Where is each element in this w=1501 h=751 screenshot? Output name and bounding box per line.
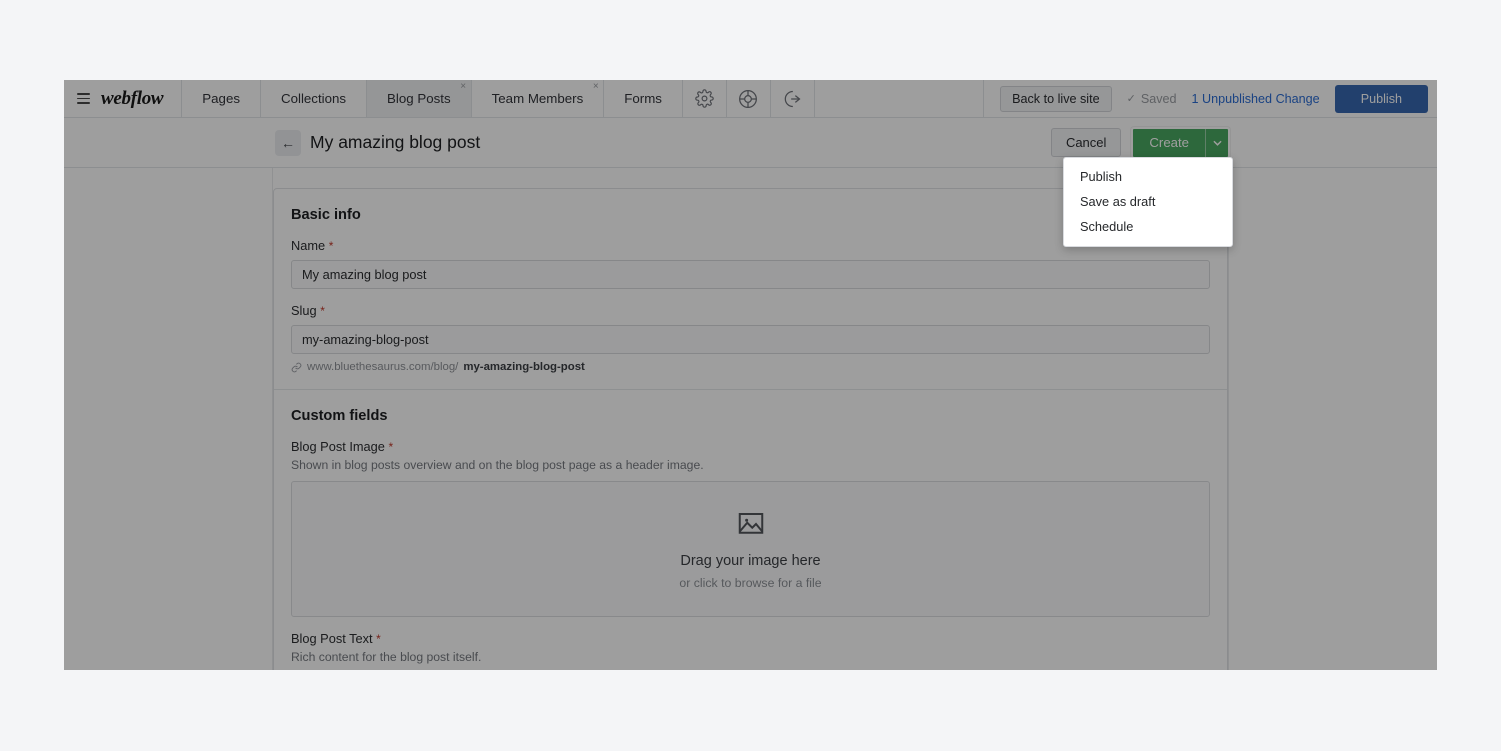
slug-url-prefix: www.bluethesaurus.com/blog/ (307, 361, 459, 373)
top-navigation-bar: webflow Pages Collections Blog Posts × T… (64, 80, 1437, 118)
tab-pages[interactable]: Pages (182, 80, 261, 117)
left-rail (64, 168, 273, 670)
tab-team-members[interactable]: Team Members × (471, 80, 605, 117)
help-button[interactable] (727, 80, 771, 117)
publish-button[interactable]: Publish (1334, 84, 1428, 113)
create-button[interactable]: Create (1133, 129, 1205, 157)
lifebuoy-icon (739, 89, 758, 108)
required-marker: * (388, 440, 394, 454)
dropzone-title: Drag your image here (680, 552, 821, 569)
page-title: My amazing blog post (310, 132, 481, 152)
blog-post-text-label-text: Blog Post Text (291, 631, 373, 646)
item-editor-card: Basic info Name * My amazing blog post S… (273, 188, 1228, 670)
tab-label: Pages (202, 91, 240, 106)
slug-label-text: Slug (291, 303, 317, 318)
brand-area: webflow (64, 80, 183, 117)
name-input-value: My amazing blog post (302, 267, 427, 282)
blog-post-text-help: Rich content for the blog post itself. (291, 650, 482, 664)
required-marker: * (320, 304, 325, 318)
tab-label: Team Members (491, 91, 584, 106)
tab-label: Collections (281, 91, 347, 106)
chevron-down-icon[interactable] (1205, 128, 1228, 157)
name-input[interactable]: My amazing blog post (291, 260, 1210, 289)
saved-label: Saved (1140, 91, 1177, 106)
gear-icon (695, 89, 714, 108)
logout-icon (785, 90, 801, 107)
blog-post-image-help: Shown in blog posts overview and on the … (291, 458, 704, 472)
blog-post-text-label: Blog Post Text * (291, 631, 1210, 646)
close-icon[interactable]: × (458, 81, 469, 92)
editor-toolbar-actions: Cancel Create (1050, 126, 1230, 159)
slug-input[interactable]: my-amazing-blog-post (291, 325, 1210, 354)
right-rail (1228, 168, 1437, 670)
settings-button[interactable] (683, 80, 727, 117)
required-marker: * (376, 632, 381, 646)
topbar-spacer (815, 80, 985, 117)
saved-status: ✓ Saved (1127, 92, 1177, 106)
tab-label: Blog Posts (387, 91, 451, 106)
create-split-button: Create (1131, 126, 1230, 159)
cancel-button[interactable]: Cancel (1050, 128, 1122, 157)
webflow-logo: webflow (101, 87, 164, 109)
dropzone-subtitle: or click to browse for a file (679, 575, 822, 590)
menu-item-schedule[interactable]: Schedule (1064, 214, 1232, 239)
tab-forms[interactable]: Forms (604, 80, 683, 117)
tab-blog-posts[interactable]: Blog Posts × (367, 80, 472, 117)
name-label-text: Name (291, 238, 326, 253)
menu-item-save-as-draft[interactable]: Save as draft (1064, 189, 1232, 214)
check-icon: ✓ (1126, 93, 1136, 105)
custom-fields-title: Custom fields (291, 408, 388, 424)
slug-input-value: my-amazing-blog-post (302, 332, 429, 347)
blog-post-image-label: Blog Post Image * (291, 439, 1210, 454)
custom-fields-section: Custom fields Blog Post Image * Shown in… (274, 390, 1227, 670)
blog-post-image-label-text: Blog Post Image (291, 439, 385, 454)
link-icon (291, 362, 302, 372)
required-marker: * (328, 239, 334, 253)
slug-url-slug: my-amazing-blog-post (463, 361, 585, 373)
image-dropzone[interactable]: Drag your image here or click to browse … (291, 481, 1210, 617)
back-to-live-site-button[interactable]: Back to live site (1000, 85, 1112, 112)
tab-collections[interactable]: Collections (261, 80, 368, 117)
logout-button[interactable] (771, 80, 815, 117)
close-icon[interactable]: × (590, 81, 601, 92)
menu-item-publish[interactable]: Publish (1064, 164, 1232, 189)
slug-field-label: Slug * (291, 303, 1210, 318)
image-placeholder-icon (738, 512, 763, 534)
hamburger-icon[interactable] (77, 93, 90, 104)
topbar-actions: Back to live site ✓ Saved 1 Unpublished … (984, 80, 1437, 117)
chevron-down-glyph (1212, 140, 1222, 146)
tab-label: Forms (624, 91, 662, 106)
back-button[interactable]: ← (275, 129, 301, 156)
slug-url-preview: www.bluethesaurus.com/blog/ my-amazing-b… (291, 361, 1210, 373)
unpublished-changes-link[interactable]: 1 Unpublished Change (1192, 92, 1320, 106)
create-dropdown-menu: Publish Save as draft Schedule (1063, 157, 1233, 247)
screenshot-root: webflow Pages Collections Blog Posts × T… (0, 0, 1501, 751)
